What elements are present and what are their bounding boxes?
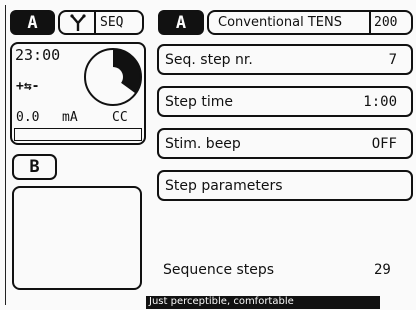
seq-step-nr-label: Seq. step nr. <box>165 51 253 68</box>
seq-step-nr-value: 7 <box>388 51 397 68</box>
stim-beep-value: OFF <box>371 135 397 152</box>
program-divider <box>369 10 371 35</box>
current-mode: CC <box>112 110 128 125</box>
channel-indicator: A <box>158 10 204 35</box>
channel-b-panel <box>12 186 142 290</box>
stimulation-status-box: 23:00 +⇆- 0.0 mA CC <box>10 42 146 145</box>
step-time-value: 1:00 <box>363 93 397 110</box>
status-text: Just perceptible, comfortable <box>149 296 294 307</box>
stim-beep-label: Stim. beep <box>165 135 241 152</box>
channel-b-tab[interactable]: B <box>12 154 57 180</box>
progress-dial <box>84 48 142 106</box>
intensity-bar <box>14 128 142 141</box>
y-split-icon <box>68 13 88 37</box>
step-time-row[interactable]: Step time 1:00 <box>157 86 413 117</box>
program-number: 200 <box>374 15 398 30</box>
seq-step-nr-row[interactable]: Seq. step nr. 7 <box>157 44 413 75</box>
program-header[interactable]: Conventional TENS 200 <box>207 10 413 35</box>
program-name: Conventional TENS <box>218 15 342 30</box>
polarity-indicator: +⇆- <box>16 79 40 94</box>
step-parameters-label: Step parameters <box>165 177 283 194</box>
current-unit: mA <box>62 110 78 125</box>
mode-divider <box>94 10 96 35</box>
step-time-label: Step time <box>165 93 233 110</box>
step-parameters-row[interactable]: Step parameters <box>157 170 413 201</box>
channel-a-label: A <box>27 13 38 33</box>
channel-b-label: B <box>29 157 40 177</box>
mode-toggle[interactable]: SEQ <box>58 10 144 35</box>
timer-value: 23:00 <box>15 46 61 64</box>
current-value: 0.0 <box>16 110 40 125</box>
stim-beep-row[interactable]: Stim. beep OFF <box>157 128 413 159</box>
channel-a-tab[interactable]: A <box>10 10 55 35</box>
sequence-steps-label: Sequence steps <box>163 262 275 278</box>
sequence-steps-value: 29 <box>374 262 391 278</box>
mode-label: SEQ <box>100 15 124 30</box>
channel-indicator-label: A <box>175 13 187 33</box>
status-bar: Just perceptible, comfortable <box>146 296 380 309</box>
